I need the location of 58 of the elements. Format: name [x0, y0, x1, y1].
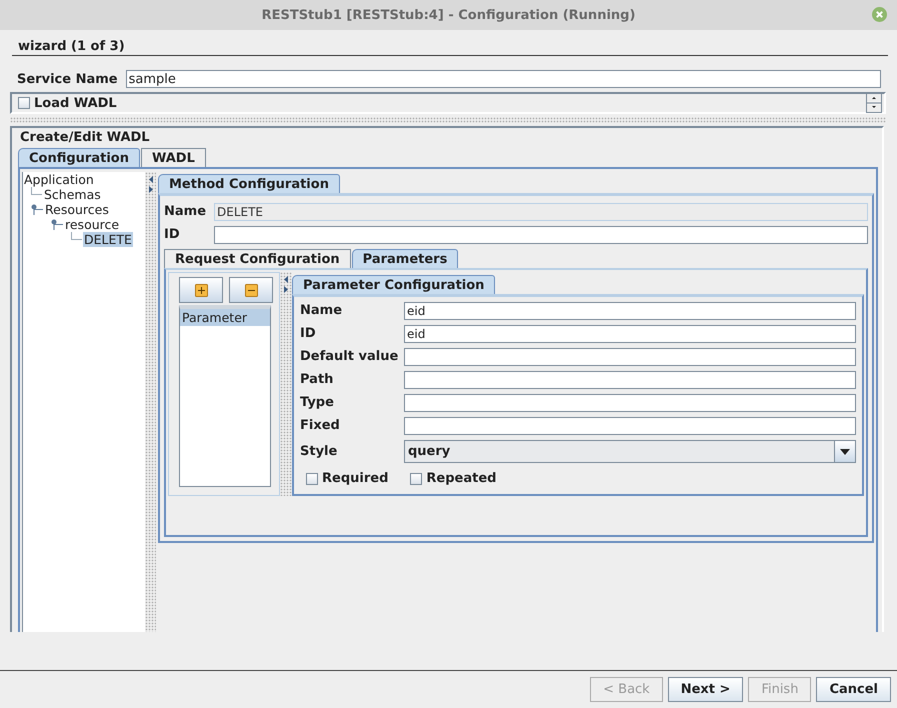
plus-icon: [194, 284, 208, 296]
checkbox-label: Load WADL: [34, 96, 117, 110]
tree-item[interactable]: Application: [23, 172, 95, 187]
checkbox[interactable]: [410, 472, 422, 484]
input-field[interactable]: [404, 394, 856, 412]
service-name-field[interactable]: sample: [126, 70, 881, 88]
input-field[interactable]: eid: [404, 324, 856, 342]
input-field[interactable]: [214, 226, 868, 244]
panel-tab[interactable]: Parameter Configuration: [292, 275, 496, 294]
wizard-heading: wizard (1 of 3): [12, 30, 888, 56]
tab[interactable]: WADL: [140, 148, 206, 167]
checkbox-label: Required: [322, 471, 388, 486]
splitter-handle[interactable]: [280, 272, 292, 496]
close-icon[interactable]: [872, 7, 887, 22]
collapse-arrows-icon[interactable]: [283, 275, 289, 295]
splitter-handle[interactable]: [145, 172, 156, 632]
minus-icon: [244, 284, 258, 296]
field-label: Default value: [300, 349, 400, 364]
tree-item[interactable]: Schemas: [43, 187, 102, 202]
spinner-icon[interactable]: [866, 93, 882, 113]
remove-button[interactable]: [229, 277, 273, 303]
dropdown-arrow-icon: [840, 448, 850, 454]
checkbox[interactable]: [306, 472, 318, 484]
tab[interactable]: Request Configuration: [164, 249, 351, 268]
tree-item[interactable]: Resources: [44, 202, 110, 217]
field-label: Name: [164, 204, 208, 219]
field-label: Type: [300, 395, 335, 410]
checkbox[interactable]: [18, 97, 30, 109]
wizard-button[interactable]: Next >: [668, 677, 744, 702]
collapse-arrows-icon[interactable]: [148, 175, 154, 195]
tab[interactable]: Parameters: [352, 249, 458, 268]
group-title: Create/Edit WADL: [20, 130, 150, 145]
field-label: Fixed: [300, 418, 341, 433]
input-field[interactable]: [404, 416, 856, 434]
input-field[interactable]: [404, 348, 856, 366]
field-label: Name: [300, 303, 344, 318]
field-label: Style: [300, 444, 338, 459]
input-field[interactable]: eid: [404, 302, 856, 320]
input-field[interactable]: [404, 370, 856, 388]
panel-tab[interactable]: Method Configuration: [158, 174, 340, 193]
field-label: ID: [164, 227, 181, 242]
wizard-button[interactable]: Cancel: [816, 677, 891, 702]
tree-item[interactable]: resource: [64, 217, 120, 232]
list-item[interactable]: Parameter: [180, 309, 270, 326]
tree-line-icon: [31, 187, 42, 195]
style-dropdown[interactable]: query: [404, 440, 856, 463]
tree-handle-icon: [51, 219, 63, 230]
checkbox-label: Repeated: [426, 471, 496, 486]
field-label: Service Name: [17, 72, 118, 86]
tree-item[interactable]: DELETE: [83, 232, 133, 247]
field-label: ID: [300, 326, 317, 341]
tree-line-icon: [71, 232, 82, 240]
add-button[interactable]: [179, 277, 223, 303]
tree-handle-icon: [31, 204, 43, 215]
splitter-handle[interactable]: [10, 117, 886, 123]
tab[interactable]: Configuration: [18, 148, 140, 167]
field-label: Path: [300, 372, 334, 387]
window-title: RESTStub1 [RESTStub:4] - Configuration (Running): [262, 8, 636, 22]
